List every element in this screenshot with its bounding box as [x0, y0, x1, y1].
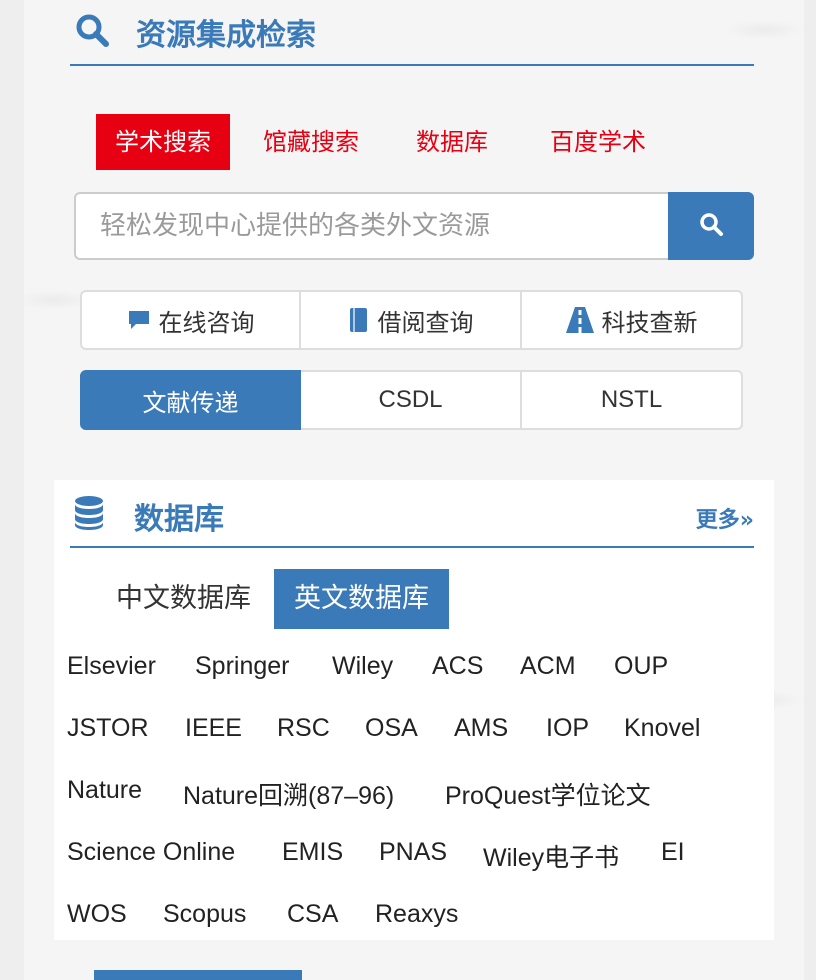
database-link[interactable]: Science Online — [67, 838, 235, 867]
database-link[interactable]: RSC — [277, 714, 330, 743]
database-link[interactable]: Nature回溯(87–96) — [183, 776, 394, 812]
document-delivery-button[interactable]: 文献传递 — [80, 370, 301, 430]
button-label: 科技查新 — [601, 308, 698, 337]
database-link-list: Elsevier Springer Wiley ACS ACM OUP JSTO… — [67, 652, 767, 962]
database-link[interactable]: CSA — [287, 900, 338, 929]
delivery-button-row: 文献传递 CSDL NSTL — [80, 370, 744, 430]
more-link[interactable]: 更多» — [696, 502, 754, 534]
nstl-button[interactable]: NSTL — [522, 370, 743, 430]
database-link[interactable]: OSA — [365, 714, 418, 743]
resource-search-section: 资源集成检索 学术搜索 馆藏搜索 数据库 百度学术 在线咨询 — [70, 0, 754, 430]
database-link[interactable]: JSTOR — [67, 714, 149, 743]
borrow-query-button[interactable]: 借阅查询 — [301, 290, 522, 350]
section-header: 数据库 更多» — [70, 480, 754, 548]
link-row: WOS Scopus CSA Reaxys — [67, 900, 767, 962]
road-icon — [565, 307, 594, 333]
tab-collection-search[interactable]: 馆藏搜索 — [246, 114, 376, 170]
link-row: Nature Nature回溯(87–96) ProQuest学位论文 — [67, 776, 767, 838]
database-link[interactable]: ProQuest学位论文 — [445, 776, 651, 812]
database-link[interactable]: IEEE — [185, 714, 242, 743]
button-label: 借阅查询 — [377, 308, 474, 337]
database-section: 数据库 更多» 中文数据库 英文数据库 Elsevier Springer Wi… — [54, 480, 774, 940]
tab-chinese-databases[interactable]: 中文数据库 — [116, 569, 251, 629]
database-link[interactable]: IOP — [546, 714, 589, 743]
online-consult-button[interactable]: 在线咨询 — [80, 290, 301, 350]
tab-academic-search[interactable]: 学术搜索 — [96, 114, 230, 170]
database-link[interactable]: WOS — [67, 900, 127, 929]
database-link[interactable]: EI — [661, 838, 685, 867]
section-title: 数据库 — [134, 502, 224, 537]
database-link[interactable]: Scopus — [163, 900, 246, 929]
next-section-tab[interactable] — [94, 970, 302, 980]
database-link[interactable]: Wiley电子书 — [483, 838, 619, 874]
database-link[interactable]: Knovel — [624, 714, 700, 743]
database-link[interactable]: Springer — [195, 652, 290, 681]
search-input[interactable] — [74, 192, 668, 260]
page: 资源集成检索 学术搜索 馆藏搜索 数据库 百度学术 在线咨询 — [24, 0, 804, 980]
database-link[interactable]: AMS — [454, 714, 508, 743]
search-icon — [74, 12, 110, 52]
csdl-button[interactable]: CSDL — [301, 370, 522, 430]
database-link[interactable]: Reaxys — [375, 900, 458, 929]
tab-english-databases[interactable]: 英文数据库 — [274, 569, 449, 629]
database-link[interactable]: Wiley — [332, 652, 393, 681]
tab-database[interactable]: 数据库 — [402, 114, 502, 170]
database-link[interactable]: Elsevier — [67, 652, 156, 681]
novelty-search-button[interactable]: 科技查新 — [522, 290, 743, 350]
search-button[interactable] — [668, 192, 754, 260]
database-link[interactable]: Nature — [67, 776, 142, 805]
search-icon — [698, 211, 724, 241]
database-link[interactable]: OUP — [614, 652, 668, 681]
database-link[interactable]: ACM — [520, 652, 576, 681]
service-button-row: 在线咨询 借阅查询 科技查新 — [80, 290, 744, 350]
link-row: Elsevier Springer Wiley ACS ACM OUP — [67, 652, 767, 714]
search-tabs: 学术搜索 馆藏搜索 数据库 百度学术 — [72, 114, 692, 170]
chat-bubble-icon — [127, 308, 151, 332]
search-box — [74, 192, 754, 260]
database-icon — [74, 496, 104, 534]
link-row: Science Online EMIS PNAS Wiley电子书 EI — [67, 838, 767, 900]
book-icon — [348, 307, 370, 333]
section-header: 资源集成检索 — [70, 0, 754, 66]
button-label: 在线咨询 — [158, 308, 255, 337]
section-title: 资源集成检索 — [136, 18, 316, 53]
database-link[interactable]: ACS — [432, 652, 483, 681]
tab-baidu-scholar[interactable]: 百度学术 — [538, 114, 658, 170]
link-row: JSTOR IEEE RSC OSA AMS IOP Knovel — [67, 714, 767, 776]
database-link[interactable]: EMIS — [282, 838, 343, 867]
database-link[interactable]: PNAS — [379, 838, 447, 867]
